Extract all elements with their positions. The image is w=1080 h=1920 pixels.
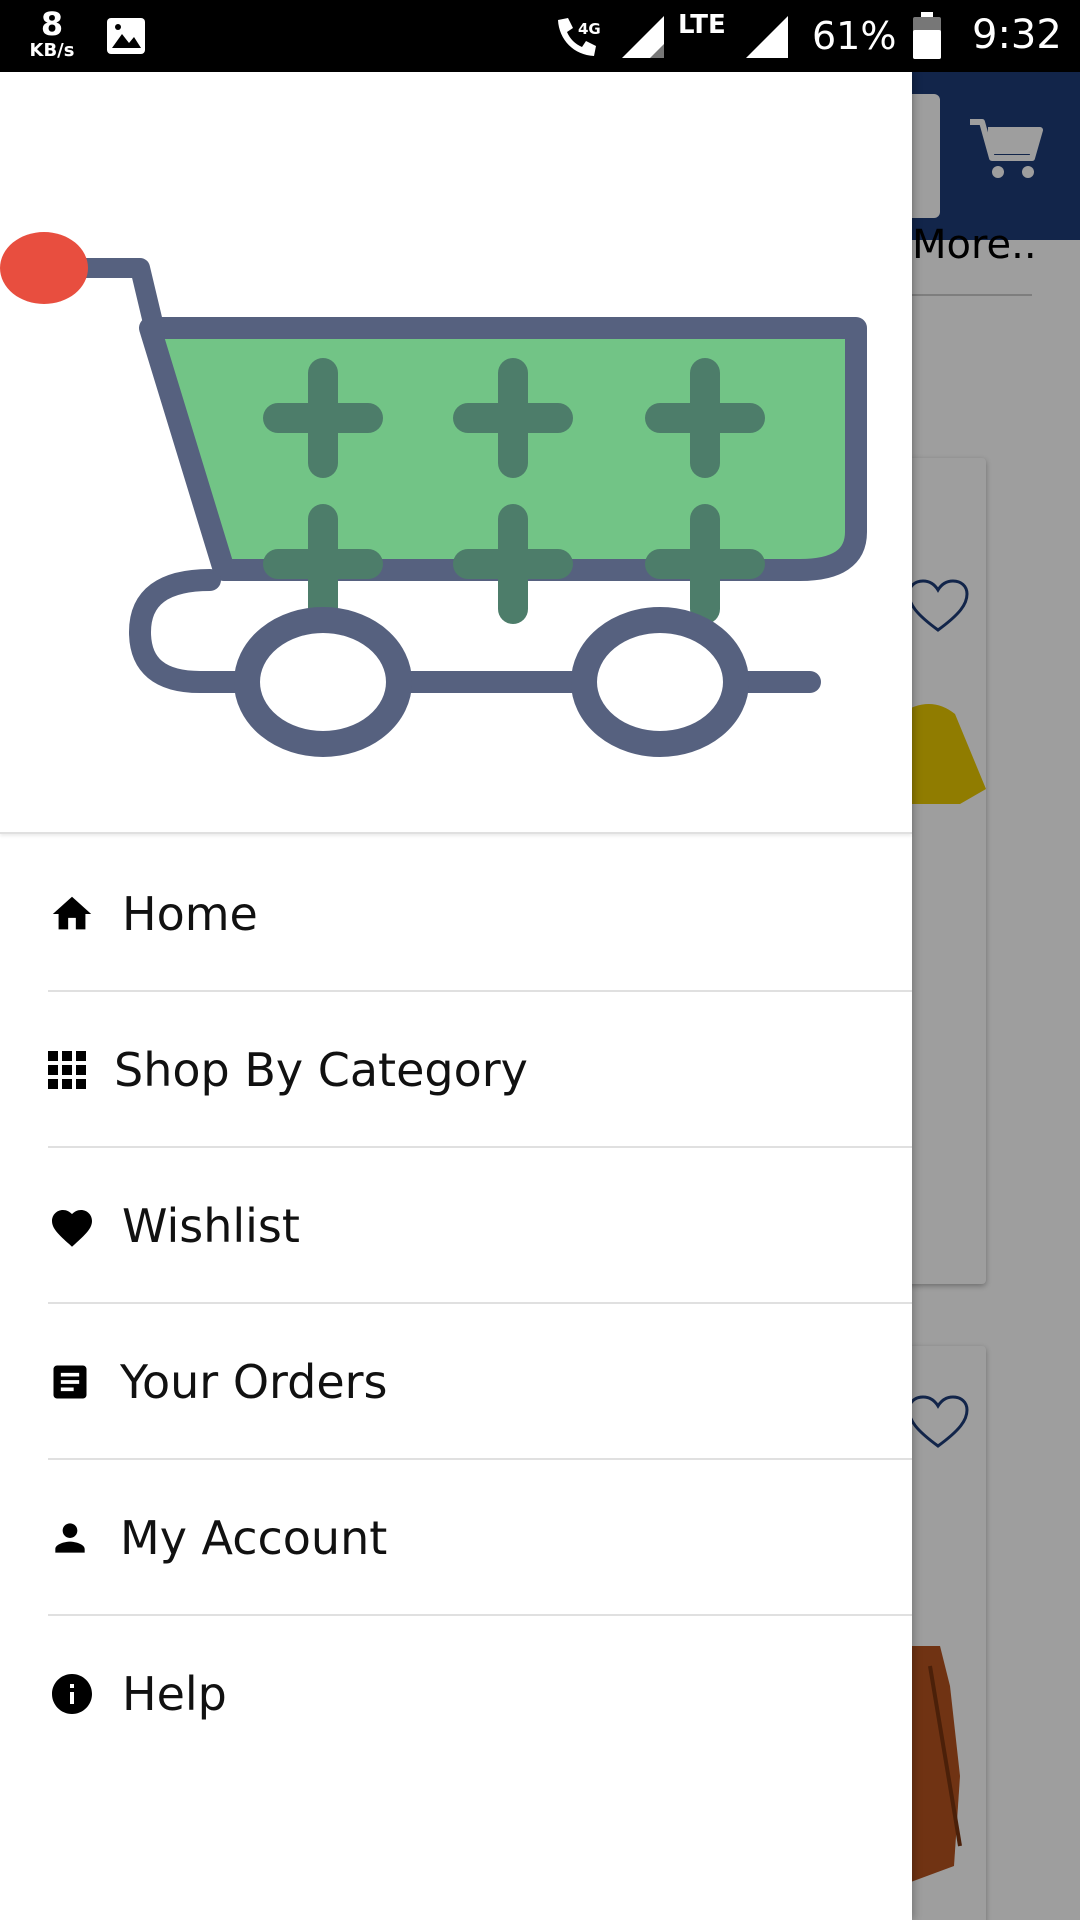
drawer-menu: Home Shop By Category Wishlist Your Orde… (0, 836, 912, 1772)
svg-text:4G: 4G (578, 20, 601, 38)
status-bar: 8 KB/s 4G LTE 61% 9:32 (0, 0, 1080, 72)
network-speed-value: 8 (40, 5, 64, 43)
drawer-header (0, 72, 912, 834)
menu-item-my-account[interactable]: My Account (0, 1460, 912, 1616)
grid-icon (48, 1046, 88, 1094)
menu-item-help[interactable]: Help (0, 1616, 912, 1772)
menu-item-label: Your Orders (120, 1355, 388, 1409)
network-type: LTE (678, 10, 726, 40)
navigation-drawer: Home Shop By Category Wishlist Your Orde… (0, 72, 912, 1920)
menu-item-label: Shop By Category (114, 1043, 528, 1097)
menu-item-label: Help (122, 1667, 227, 1721)
home-icon (48, 890, 96, 938)
battery-percent: 61% (812, 14, 897, 58)
signal-strength-icon (620, 14, 666, 64)
person-icon (48, 1514, 92, 1562)
heart-icon (48, 1202, 96, 1250)
gallery-icon (106, 17, 146, 59)
signal-strength-icon-2 (744, 14, 790, 64)
menu-item-label: Wishlist (122, 1199, 300, 1253)
menu-item-your-orders[interactable]: Your Orders (0, 1304, 912, 1460)
network-speed: 8 KB/s (22, 8, 82, 60)
menu-item-wishlist[interactable]: Wishlist (0, 1148, 912, 1304)
battery-icon (912, 12, 942, 64)
orders-icon (48, 1358, 92, 1406)
info-icon (48, 1670, 96, 1718)
network-speed-unit: KB/s (29, 40, 75, 61)
shopping-cart-logo (0, 152, 880, 776)
menu-item-home[interactable]: Home (0, 836, 912, 992)
clock: 9:32 (972, 12, 1062, 58)
wifi-calling-icon: 4G (552, 14, 602, 64)
menu-item-label: Home (122, 887, 258, 941)
menu-item-label: My Account (120, 1511, 388, 1565)
menu-item-shop-by-category[interactable]: Shop By Category (0, 992, 912, 1148)
